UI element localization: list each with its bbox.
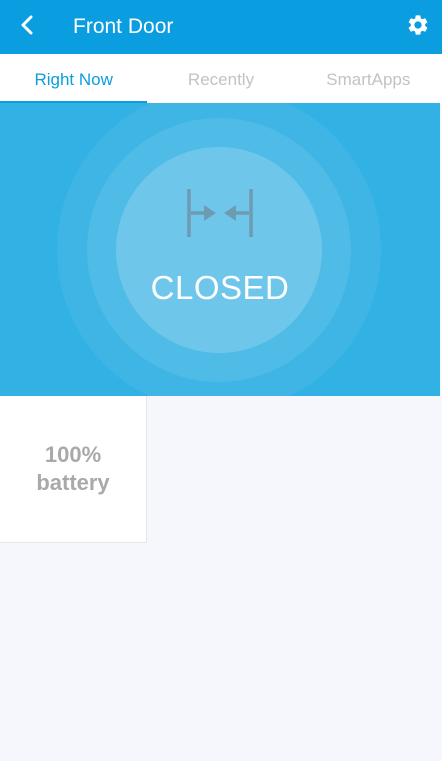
tab-smartapps[interactable]: SmartApps xyxy=(295,54,442,103)
contact-closed-icon xyxy=(184,187,256,239)
battery-value: 100% xyxy=(44,442,102,467)
back-button[interactable] xyxy=(8,7,48,47)
chevron-left-icon xyxy=(17,14,39,41)
gear-icon xyxy=(406,13,430,42)
contact-status-tile[interactable]: CLOSED xyxy=(0,103,440,396)
settings-button[interactable] xyxy=(398,7,438,47)
contact-state-label: CLOSED xyxy=(150,269,290,306)
app-bar: Front Door xyxy=(0,0,442,54)
page-title: Front Door xyxy=(73,15,174,38)
battery-label: battery xyxy=(36,470,110,495)
tab-bar: Right Now Recently SmartApps xyxy=(0,54,442,103)
status-ring-inner xyxy=(116,146,322,353)
tab-right-now[interactable]: Right Now xyxy=(0,54,148,103)
tab-recently[interactable]: Recently xyxy=(147,54,294,103)
battery-tile[interactable]: 100% battery xyxy=(0,396,147,543)
